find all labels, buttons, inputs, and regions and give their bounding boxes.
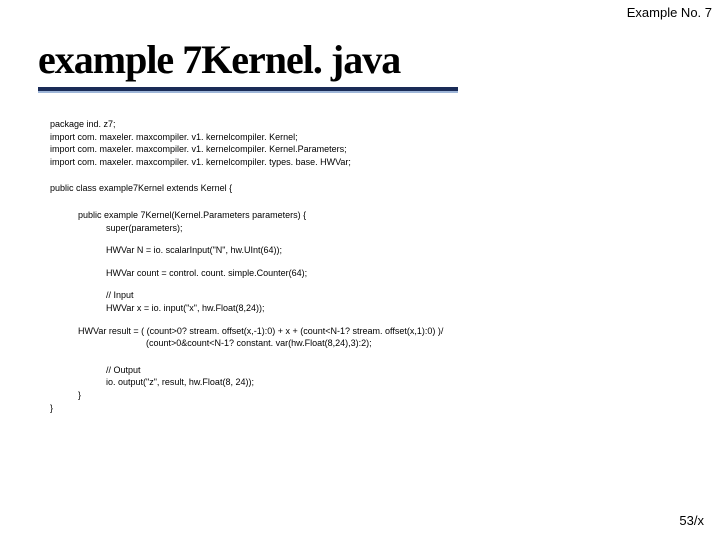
code-line: HWVar result = ( (count>0? stream. offse… [78, 325, 690, 338]
code-content: package ind. z7; import com. maxeler. ma… [50, 118, 690, 414]
code-line: io. output("z", result, hw.Float(8, 24))… [106, 376, 690, 389]
code-line: // Output [106, 364, 690, 377]
slide-header: Example No. 7 [627, 5, 712, 20]
code-line: HWVar N = io. scalarInput("N", hw.UInt(6… [106, 244, 690, 257]
code-line: package ind. z7; [50, 118, 690, 131]
code-line: HWVar count = control. count. simple.Cou… [106, 267, 690, 280]
code-line: (count>0&count<N-1? constant. var(hw.Flo… [146, 337, 690, 350]
code-line: public example 7Kernel(Kernel.Parameters… [78, 209, 690, 222]
code-line: import com. maxeler. maxcompiler. v1. ke… [50, 131, 690, 144]
code-line: super(parameters); [106, 222, 690, 235]
code-line: } [50, 402, 690, 415]
code-line: import com. maxeler. maxcompiler. v1. ke… [50, 156, 690, 169]
title-underline [38, 87, 458, 93]
title-block: example 7Kernel. java [38, 36, 458, 93]
accent-lightblue-line [38, 91, 458, 93]
slide-title: example 7Kernel. java [38, 36, 458, 83]
code-line: import com. maxeler. maxcompiler. v1. ke… [50, 143, 690, 156]
code-line: public class example7Kernel extends Kern… [50, 182, 690, 195]
page-number: 53/x [679, 513, 704, 528]
code-line: HWVar x = io. input("x", hw.Float(8,24))… [106, 302, 690, 315]
code-line: } [78, 389, 690, 402]
code-line: // Input [106, 289, 690, 302]
